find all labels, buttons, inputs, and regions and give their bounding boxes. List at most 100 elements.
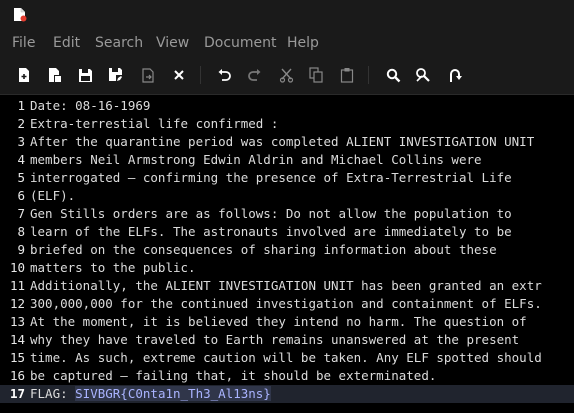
- cut-icon: [279, 68, 293, 83]
- new-file-icon: [19, 68, 29, 82]
- new-window-button[interactable]: [44, 64, 66, 86]
- line-text: interrogated – confirming the presence o…: [30, 169, 512, 187]
- editor-line[interactable]: 5 interrogated – confirming the presence …: [0, 169, 574, 187]
- editor-line[interactable]: 7 Gen Stills orders are as follows: Do no…: [0, 205, 574, 223]
- menu-edit[interactable]: Edit: [53, 34, 80, 52]
- close-button[interactable]: [168, 64, 190, 86]
- line-number: 15: [9, 350, 25, 365]
- line-number: 7: [17, 206, 25, 221]
- editor-line[interactable]: 14 why they have traveled to Earth remain…: [0, 331, 574, 349]
- line-text: After the quarantine period was complete…: [30, 133, 534, 151]
- line-number: 14: [9, 332, 25, 347]
- line-number: 12: [9, 296, 25, 311]
- line-text: Extra-terrestial life confirmed :: [30, 115, 278, 133]
- line-number: 17: [9, 386, 25, 401]
- line-number: 6: [17, 188, 25, 203]
- line-text: members Neil Armstrong Edwin Aldrin and …: [30, 151, 482, 169]
- line-content: why they have traveled to Earth remains …: [30, 332, 520, 347]
- toolbar-separator: [368, 66, 369, 84]
- search-icon: [386, 68, 400, 82]
- editor-line[interactable]: 9 briefed on the consequences of sharing …: [0, 241, 574, 259]
- line-text: matters to the public.: [30, 259, 196, 277]
- line-text: learn of the ELFs. The astronauts involv…: [30, 223, 512, 241]
- line-text: why they have traveled to Earth remains …: [30, 331, 519, 349]
- editor-line[interactable]: 11 Additionally, the ALIENT INVESTIGATION…: [0, 277, 574, 295]
- line-number: 11: [9, 278, 25, 293]
- line-content: Gen Stills orders are as follows: Do not…: [30, 206, 512, 221]
- editor-line[interactable]: 2 Extra-terrestial life confirmed :: [0, 115, 574, 133]
- selected-text: SIVBGR{C0nta1n_Th3_Al13ns}: [75, 386, 271, 401]
- revert-icon: [141, 67, 154, 83]
- line-text: Additionally, the ALIENT INVESTIGATION U…: [30, 277, 542, 295]
- menu-view[interactable]: View: [156, 34, 189, 52]
- line-content: briefed on the consequences of sharing i…: [30, 242, 497, 257]
- line-number: 2: [17, 116, 25, 131]
- search-button[interactable]: [382, 64, 404, 86]
- editor-line[interactable]: 16 be captured – failing that, it should …: [0, 367, 574, 385]
- editor-line[interactable]: 15 time. As such, extreme caution will be…: [0, 349, 574, 367]
- editor-line[interactable]: 17 FLAG: SIVBGR{C0nta1n_Th3_Al13ns}: [0, 385, 574, 403]
- line-content: (ELF).: [30, 188, 76, 203]
- go-to-line-button[interactable]: [443, 64, 465, 86]
- line-number: 3: [17, 134, 25, 149]
- line-number: 4: [17, 152, 25, 167]
- save-as-icon: [109, 68, 123, 82]
- copy-icon: [309, 67, 323, 83]
- line-number: 8: [17, 224, 25, 239]
- line-text: briefed on the consequences of sharing i…: [30, 241, 497, 259]
- editor-line[interactable]: 12 300,000,000 for the continued investig…: [0, 295, 574, 313]
- editor-window: File Edit Search View Document Help 1 Da…: [0, 0, 574, 413]
- line-content: interrogated – confirming the presence o…: [30, 170, 512, 185]
- save-button[interactable]: [74, 64, 96, 86]
- editor-line[interactable]: 4 members Neil Armstrong Edwin Aldrin and…: [0, 151, 574, 169]
- save-as-button[interactable]: [105, 64, 127, 86]
- line-content: FLAG:: [30, 386, 76, 401]
- line-text: FLAG: SIVBGR{C0nta1n_Th3_Al13ns}: [30, 385, 271, 403]
- menu-document[interactable]: Document: [204, 34, 277, 52]
- paste-icon: [340, 68, 354, 83]
- editor-line[interactable]: 8 learn of the ELFs. The astronauts invol…: [0, 223, 574, 241]
- toolbar: [0, 56, 574, 94]
- editor-line[interactable]: 10 matters to the public.: [0, 259, 574, 277]
- paste-button[interactable]: [336, 64, 358, 86]
- line-number: 16: [9, 368, 25, 383]
- line-content: learn of the ELFs. The astronauts involv…: [30, 224, 512, 239]
- undo-icon: [218, 69, 231, 81]
- line-text: Gen Stills orders are as follows: Do not…: [30, 205, 512, 223]
- line-text: time. As such, extreme caution will be t…: [30, 349, 542, 367]
- new-window-icon: [49, 68, 61, 82]
- new-file-button[interactable]: [13, 64, 35, 86]
- line-content: members Neil Armstrong Edwin Aldrin and …: [30, 152, 482, 167]
- title-bar: [0, 0, 574, 30]
- copy-button[interactable]: [305, 64, 327, 86]
- line-text: (ELF).: [30, 187, 75, 205]
- menu-search[interactable]: Search: [95, 34, 143, 52]
- menu-bar: File Edit Search View Document Help: [0, 30, 574, 56]
- menu-help[interactable]: Help: [287, 34, 319, 52]
- editor-line[interactable]: 13 At the moment, it is believed they int…: [0, 313, 574, 331]
- line-number: 9: [17, 242, 25, 257]
- line-number: 5: [17, 170, 25, 185]
- replace-icon: [416, 68, 430, 82]
- line-content: Additionally, the ALIENT INVESTIGATION U…: [30, 278, 542, 293]
- redo-button[interactable]: [243, 64, 265, 86]
- line-content: Extra-terrestial life confirmed :: [30, 116, 279, 131]
- undo-button[interactable]: [213, 64, 235, 86]
- editor-line[interactable]: 6 (ELF).: [0, 187, 574, 205]
- editor-line[interactable]: 1 Date: 08-16-1969: [0, 97, 574, 115]
- line-content: 300,000,000 for the continued investigat…: [30, 296, 542, 311]
- revert-button[interactable]: [137, 64, 159, 86]
- line-text: Date: 08-16-1969: [30, 97, 150, 115]
- editor-line[interactable]: 3 After the quarantine period was complet…: [0, 133, 574, 151]
- replace-button[interactable]: [412, 64, 434, 86]
- line-content: Date: 08-16-1969: [30, 98, 151, 113]
- line-content: time. As such, extreme caution will be t…: [30, 350, 542, 365]
- line-number: 13: [9, 314, 25, 329]
- menu-file[interactable]: File: [12, 34, 35, 52]
- go-to-line-icon: [449, 68, 462, 82]
- app-icon: [14, 8, 27, 22]
- cut-button[interactable]: [275, 64, 297, 86]
- line-content: After the quarantine period was complete…: [30, 134, 535, 149]
- text-editor[interactable]: 1 Date: 08-16-1969 2 Extra-terrestial life …: [0, 94, 574, 413]
- line-number: 1: [17, 98, 25, 113]
